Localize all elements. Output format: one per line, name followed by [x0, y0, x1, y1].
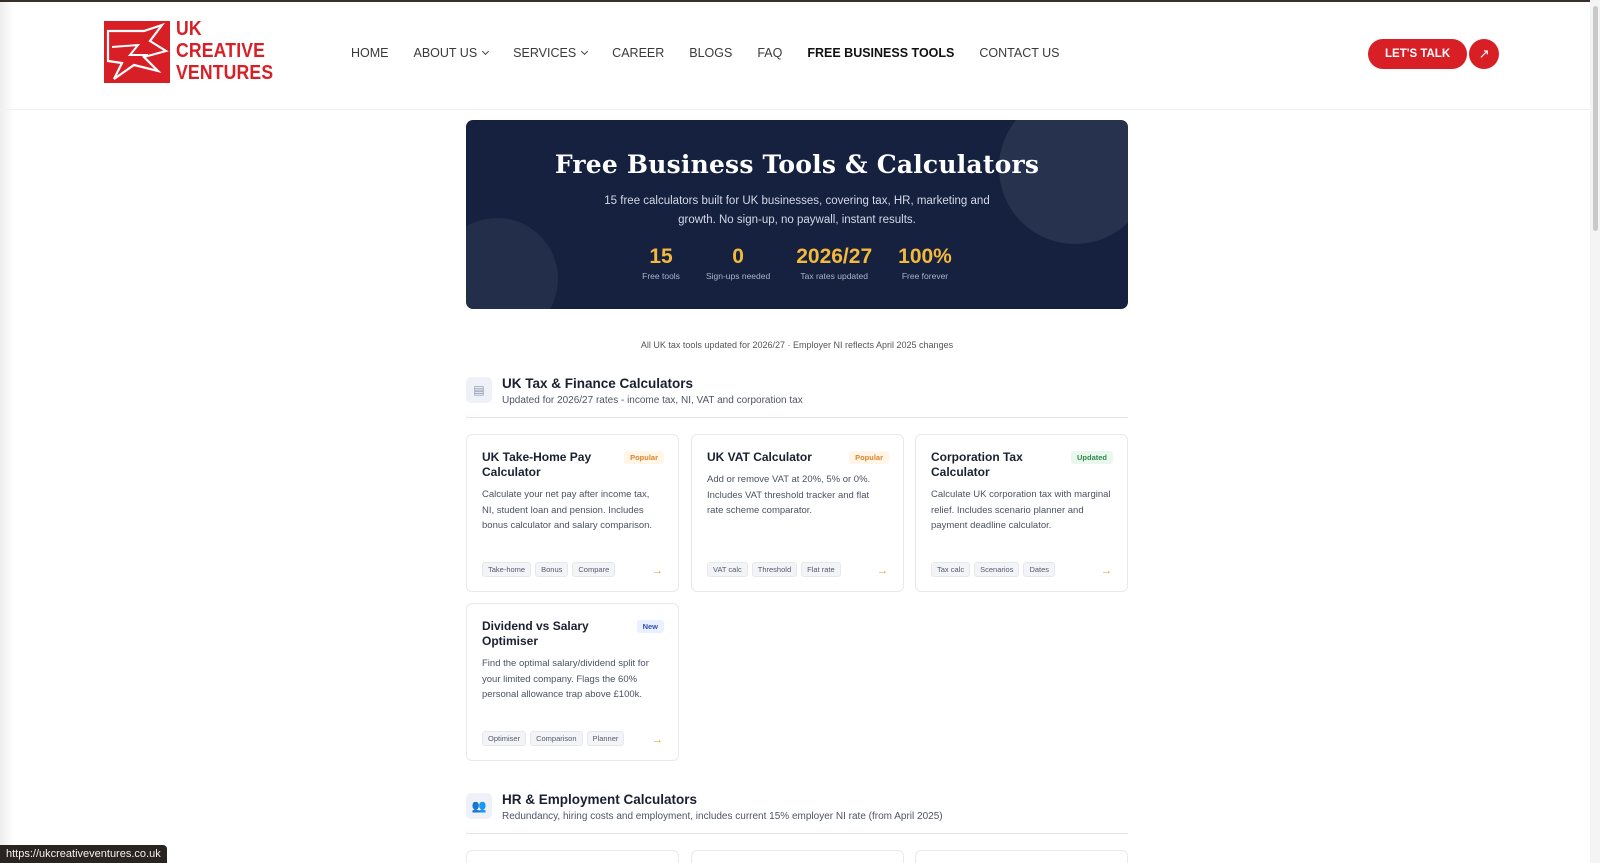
arrow-up-right-icon[interactable]: ↗ — [1469, 39, 1500, 69]
lets-talk-cta: LET'S TALK ↗ — [1368, 39, 1500, 69]
stat-tax-rates: 2026/27 Tax rates updated — [790, 245, 878, 282]
page-scrollbar[interactable] — [1590, 0, 1600, 863]
card-title: UK Take-Home Pay Calculator — [482, 450, 592, 479]
tag: Dates — [1023, 562, 1056, 577]
nav-blogs[interactable]: BLOGS — [689, 46, 732, 60]
site-logo[interactable]: UK CREATIVE VENTURES — [104, 18, 274, 86]
arrow-right-icon[interactable]: → — [652, 565, 663, 577]
main-nav: HOME ABOUT US SERVICES CAREER BLOGS FAQ … — [351, 46, 1084, 60]
tool-card-hr-partial[interactable] — [915, 850, 1128, 863]
nav-about-us[interactable]: ABOUT US — [413, 46, 490, 60]
page-title: Free Business Tools & Calculators — [554, 150, 1040, 179]
logo-line-2: CREATIVE — [176, 40, 266, 62]
tag: Tax calc — [931, 562, 971, 577]
nav-blogs-label: BLOGS — [689, 46, 733, 60]
section-subtitle: Redundancy, hiring costs and employment,… — [502, 811, 943, 822]
logo-mark-icon — [104, 21, 170, 83]
site-header: UK CREATIVE VENTURES HOME ABOUT US SERVI… — [0, 2, 1590, 110]
card-title: Dividend vs Salary Optimiser — [482, 619, 589, 648]
card-title: UK VAT Calculator — [707, 450, 812, 464]
tag: VAT calc — [707, 562, 748, 577]
tax-update-note: All UK tax tools updated for 2026/27 · E… — [640, 340, 954, 350]
nav-faq[interactable]: FAQ — [757, 46, 782, 60]
nav-services[interactable]: SERVICES — [513, 46, 589, 60]
section-title: HR & Employment Calculators — [502, 792, 698, 807]
logo-line-3: VENTURES — [176, 62, 274, 84]
section-header-tax: ▤ UK Tax & Finance Calculators Updated f… — [466, 376, 1128, 418]
tag: Bonus — [535, 562, 569, 577]
tag: Compare — [572, 562, 616, 577]
chevron-down-icon — [482, 47, 490, 56]
stat-label: Free forever — [901, 271, 949, 281]
nav-contact-us[interactable]: CONTACT US — [979, 46, 1059, 60]
nav-free-business-tools-label: FREE BUSINESS TOOLS — [807, 46, 955, 60]
hero-subtitle: 15 free calculators built for UK busines… — [604, 195, 990, 226]
tag: Flat rate — [801, 562, 841, 577]
section-subtitle: Updated for 2026/27 rates - income tax, … — [502, 395, 803, 406]
section-title: UK Tax & Finance Calculators — [502, 376, 694, 391]
tool-card-hr-partial[interactable] — [691, 850, 904, 863]
nav-career[interactable]: CAREER — [612, 46, 664, 60]
tool-card-vat[interactable]: UK VAT Calculator Popular Add or remove … — [691, 434, 904, 592]
people-icon: 👥 — [466, 793, 492, 819]
tool-card-take-home-pay[interactable]: UK Take-Home Pay Calculator Popular Calc… — [466, 434, 679, 592]
card-description: Calculate UK corporation tax with margin… — [931, 489, 1111, 531]
arrow-right-icon[interactable]: → — [1101, 565, 1112, 577]
card-description: Find the optimal salary/dividend split f… — [482, 658, 649, 700]
tool-card-hr-partial[interactable] — [466, 850, 679, 863]
stat-value: 0 — [732, 245, 744, 268]
card-description: Add or remove VAT at 20%, 5% or 0%. Incl… — [707, 474, 871, 516]
tag: Comparison — [530, 731, 583, 746]
tool-card-dividend-salary[interactable]: Dividend vs Salary Optimiser New Find th… — [466, 603, 679, 761]
nav-contact-us-label: CONTACT US — [979, 46, 1060, 60]
nav-home[interactable]: HOME — [351, 46, 389, 60]
stat-label: Free tools — [642, 271, 680, 281]
stat-value: 100% — [898, 245, 952, 268]
stat-free-tools: 15 Free tools — [636, 245, 686, 282]
status-badge: Updated — [1071, 451, 1113, 464]
card-tags: Tax calc Scenarios Dates — [931, 562, 1056, 577]
card-tags: Take-home Bonus Compare — [482, 562, 616, 577]
lets-talk-button[interactable]: LET'S TALK — [1368, 39, 1468, 69]
card-title: Corporation Tax Calculator — [931, 450, 1023, 479]
stat-value: 15 — [649, 245, 673, 268]
card-description: Calculate your net pay after income tax,… — [482, 489, 653, 531]
arrow-right-icon[interactable]: → — [877, 565, 888, 577]
stat-sign-ups: 0 Sign-ups needed — [700, 245, 776, 282]
hero-banner: Free Business Tools & Calculators 15 fre… — [466, 120, 1128, 309]
tag: Threshold — [751, 562, 798, 577]
stat-free-forever: 100% Free forever — [892, 245, 958, 282]
tag: Optimiser — [482, 731, 527, 746]
scrollbar-thumb[interactable] — [1593, 6, 1598, 231]
section-header-hr: 👥 HR & Employment Calculators Redundancy… — [466, 792, 1128, 834]
chevron-down-icon — [581, 47, 589, 56]
logo-wordmark: UK CREATIVE VENTURES — [176, 18, 273, 84]
stat-label: Tax rates updated — [800, 271, 868, 281]
hero-stats: 15 Free tools 0 Sign-ups needed 2026/27 … — [466, 245, 1128, 282]
status-badge: New — [636, 620, 664, 633]
tool-card-corporation-tax[interactable]: Corporation Tax Calculator Updated Calcu… — [915, 434, 1128, 592]
calculator-icon: ▤ — [466, 377, 492, 403]
decorative-circle — [999, 120, 1128, 244]
logo-line-1: UK — [176, 18, 202, 40]
stat-value: 2026/27 — [796, 245, 873, 268]
arrow-right-icon[interactable]: → — [652, 734, 663, 746]
browser-status-url: https://ukcreativeventures.co.uk — [0, 845, 167, 863]
tag: Scenarios — [974, 562, 1020, 577]
nav-home-label: HOME — [351, 46, 389, 60]
tag: Planner — [586, 731, 625, 746]
tag: Take-home — [482, 562, 532, 577]
nav-faq-label: FAQ — [757, 46, 783, 60]
stat-label: Sign-ups needed — [705, 271, 771, 281]
nav-career-label: CAREER — [612, 46, 665, 60]
card-tags: Optimiser Comparison Planner — [482, 731, 625, 746]
nav-about-us-label: ABOUT US — [413, 46, 478, 60]
status-badge: Popular — [624, 451, 664, 464]
nav-free-business-tools[interactable]: FREE BUSINESS TOOLS — [807, 46, 954, 60]
nav-services-label: SERVICES — [513, 46, 577, 60]
window-edge-shadow — [0, 0, 14, 863]
status-badge: Popular — [849, 451, 889, 464]
card-tags: VAT calc Threshold Flat rate — [707, 562, 841, 577]
